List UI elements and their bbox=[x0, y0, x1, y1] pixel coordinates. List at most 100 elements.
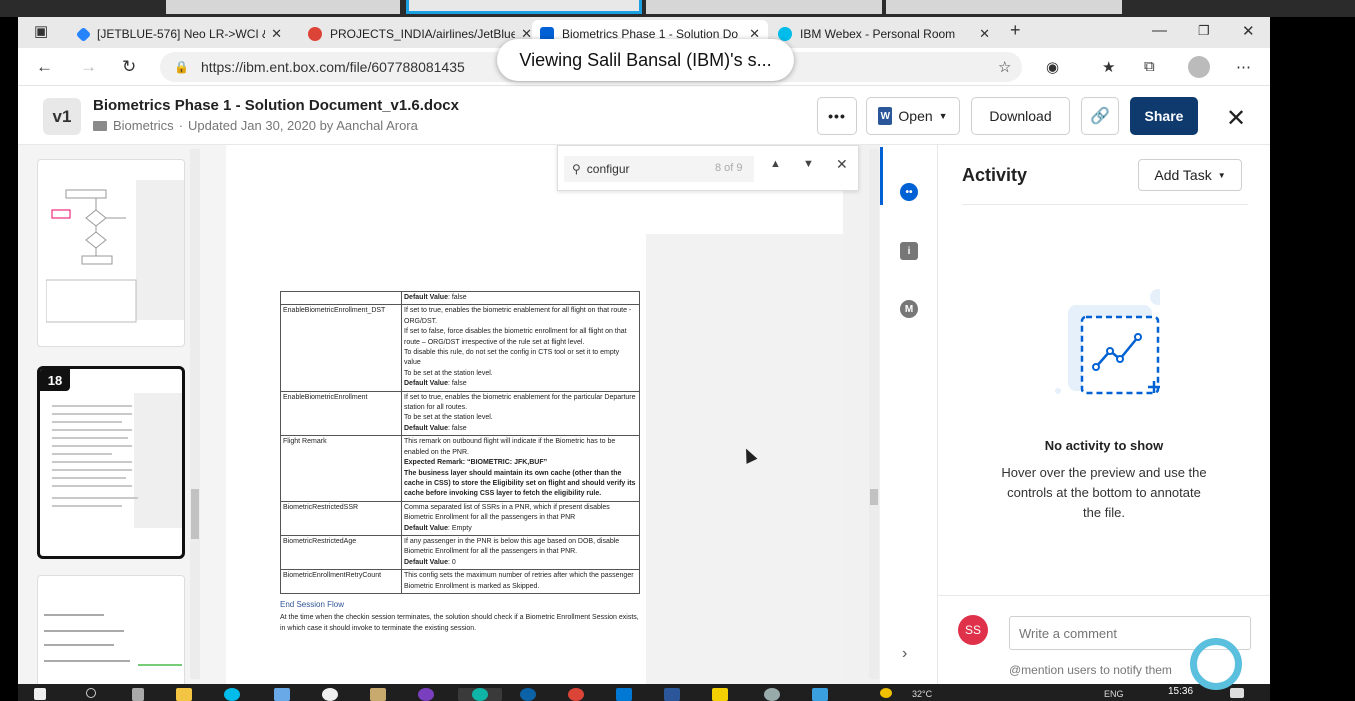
vscode-taskbar-icon[interactable] bbox=[616, 688, 632, 701]
metadata-icon[interactable]: M bbox=[900, 300, 918, 318]
version-badge[interactable]: v1 bbox=[43, 98, 81, 135]
config-key bbox=[280, 290, 402, 306]
tab-label: PROJECTS_INDIA/airlines/JetBlue bbox=[330, 27, 516, 41]
table-row: BiometricRestrictedSSR Comma separated li… bbox=[280, 500, 640, 536]
webex-icon bbox=[778, 27, 792, 41]
document-page: Default Value: false EnableBiometricEnrol… bbox=[226, 145, 843, 684]
table-row: EnableBiometricEnrollment_DST If set to t… bbox=[280, 304, 640, 392]
task-view-icon[interactable] bbox=[132, 688, 144, 701]
new-tab-icon[interactable]: + bbox=[1010, 20, 1021, 41]
page-thumbnail[interactable] bbox=[37, 159, 185, 347]
chrome-taskbar-icon[interactable] bbox=[568, 688, 584, 701]
folder-link[interactable]: Biometrics bbox=[113, 118, 174, 133]
url-text: https://ibm.ent.box.com/file/60778808143… bbox=[200, 59, 465, 75]
tab-label: IBM Webex - Personal Room bbox=[800, 27, 956, 41]
teams-taskbar-icon[interactable] bbox=[764, 688, 780, 701]
clock-time[interactable]: 15:36 bbox=[1168, 686, 1193, 697]
shared-window-indicator bbox=[406, 0, 642, 14]
chevron-right-icon[interactable]: › bbox=[902, 645, 907, 663]
thumbnail-scrollbar[interactable] bbox=[190, 149, 200, 679]
page-thumbnail[interactable] bbox=[37, 575, 185, 684]
download-button[interactable]: Download bbox=[971, 97, 1070, 135]
file-title: Biometrics Phase 1 - Solution Document_v… bbox=[93, 97, 459, 114]
mention-hint: @mention users to notify them bbox=[1009, 663, 1172, 677]
find-close-icon[interactable]: ✕ bbox=[836, 156, 848, 173]
find-bar: ⚲ configur 8 of 9 ▲ ▼ ✕ bbox=[557, 145, 859, 191]
activity-icon[interactable]: •• bbox=[900, 183, 918, 201]
webex-taskbar-icon[interactable] bbox=[224, 688, 240, 701]
favorite-add-icon[interactable]: ☆ bbox=[998, 58, 1011, 76]
table-row: BiometricEnrollmentRetryCount This config… bbox=[280, 569, 640, 594]
config-key: BiometricRestrictedAge bbox=[280, 534, 402, 571]
file-header: v1 Biometrics Phase 1 - Solution Documen… bbox=[18, 86, 1270, 145]
close-preview-icon[interactable]: ✕ bbox=[1226, 104, 1246, 133]
config-description: This remark on outbound flight will indi… bbox=[401, 435, 640, 502]
windows-start-icon[interactable] bbox=[34, 688, 46, 700]
add-task-button[interactable]: Add Task ▼ bbox=[1138, 159, 1242, 191]
end-session-heading: End Session Flow bbox=[280, 600, 345, 609]
language-indicator[interactable]: ENG bbox=[1104, 689, 1124, 699]
close-icon[interactable]: ✕ bbox=[271, 26, 282, 42]
app-taskbar-icon[interactable] bbox=[322, 688, 338, 701]
config-description: If set to true, enables the biometric en… bbox=[401, 304, 640, 392]
jira-icon bbox=[75, 26, 92, 42]
config-key: Flight Remark bbox=[280, 435, 402, 502]
forward-icon[interactable]: → bbox=[80, 57, 97, 77]
sticky-notes-taskbar-icon[interactable] bbox=[712, 688, 728, 701]
details-icon[interactable]: i bbox=[900, 242, 918, 260]
settings-more-icon[interactable]: ⋯ bbox=[1236, 58, 1251, 76]
more-button[interactable]: ••• bbox=[817, 97, 857, 135]
notepad-taskbar-icon[interactable] bbox=[370, 688, 386, 701]
share-button[interactable]: Share bbox=[1130, 97, 1198, 135]
search-icon[interactable] bbox=[86, 688, 96, 698]
weather-temp: 32°C bbox=[912, 689, 933, 699]
profile-icon[interactable] bbox=[1188, 56, 1210, 78]
restore-icon[interactable]: ❐ bbox=[1198, 23, 1210, 39]
no-activity-illustration-icon bbox=[1055, 289, 1160, 395]
config-key: BiometricEnrollmentRetryCount bbox=[280, 569, 402, 594]
chrome-icon bbox=[308, 27, 322, 41]
config-description: This config sets the maximum number of r… bbox=[401, 569, 640, 594]
minimize-icon[interactable]: — bbox=[1152, 22, 1167, 39]
link-button[interactable]: 🔗 bbox=[1081, 97, 1119, 135]
taskbar: 32°C ENG 15:36 bbox=[18, 684, 1270, 701]
settings-taskbar-icon[interactable] bbox=[274, 688, 290, 701]
refresh-icon[interactable]: ↻ bbox=[122, 57, 136, 77]
weather-icon[interactable] bbox=[880, 688, 892, 698]
table-row: EnableBiometricEnrollment If set to true,… bbox=[280, 390, 640, 437]
notifications-icon[interactable] bbox=[1230, 688, 1244, 698]
thumbnail-sidebar: 18 bbox=[18, 145, 226, 684]
window-close-icon[interactable]: ✕ bbox=[1242, 22, 1255, 40]
favorites-icon[interactable]: ★ bbox=[1102, 58, 1115, 76]
meta-separator: · bbox=[178, 118, 184, 133]
folder-icon bbox=[93, 120, 107, 131]
webex-share-indicator-icon[interactable] bbox=[1190, 638, 1242, 690]
find-previous-icon[interactable]: ▲ bbox=[770, 158, 781, 170]
visual-studio-taskbar-icon[interactable] bbox=[664, 688, 680, 701]
back-icon[interactable]: ← bbox=[36, 57, 53, 77]
photos-taskbar-icon[interactable] bbox=[812, 688, 828, 701]
find-next-icon[interactable]: ▼ bbox=[803, 158, 814, 170]
tab-webex[interactable]: IBM Webex - Personal Room ✕ bbox=[770, 20, 998, 48]
tab-actions-icon[interactable]: ▣ bbox=[34, 22, 48, 40]
config-key: EnableBiometricEnrollment_DST bbox=[280, 304, 402, 392]
page-thumbnail-selected[interactable]: 18 bbox=[37, 366, 185, 559]
tab-label: [JETBLUE-576] Neo LR->WCI & I bbox=[97, 27, 266, 41]
find-count: 8 of 9 bbox=[715, 162, 743, 174]
search-icon: ⚲ bbox=[572, 162, 581, 176]
config-description: Default Value: false bbox=[401, 290, 640, 306]
config-description: If any passenger in the PNR is below thi… bbox=[401, 534, 640, 571]
config-description: Comma separated list of SSRs in a PNR, w… bbox=[401, 500, 640, 536]
extension-icon[interactable]: ◉ bbox=[1046, 58, 1059, 76]
tab-jira[interactable]: [JETBLUE-576] Neo LR->WCI & I ✕ bbox=[70, 20, 290, 48]
eclipse-taskbar-icon[interactable] bbox=[418, 688, 434, 701]
file-meta: Biometrics · Updated Jan 30, 2020 by Aan… bbox=[93, 118, 418, 133]
config-key: BiometricRestrictedSSR bbox=[280, 500, 402, 536]
flowchart-thumbnail-graphic bbox=[46, 189, 137, 323]
viewer-scrollbar[interactable] bbox=[869, 149, 879, 679]
open-button[interactable]: W Open ▼ bbox=[866, 97, 960, 135]
clock-taskbar-icon[interactable] bbox=[520, 688, 536, 701]
file-explorer-icon[interactable] bbox=[176, 688, 192, 701]
close-icon[interactable]: ✕ bbox=[979, 26, 990, 42]
collections-icon[interactable]: ⧉ bbox=[1144, 58, 1155, 75]
